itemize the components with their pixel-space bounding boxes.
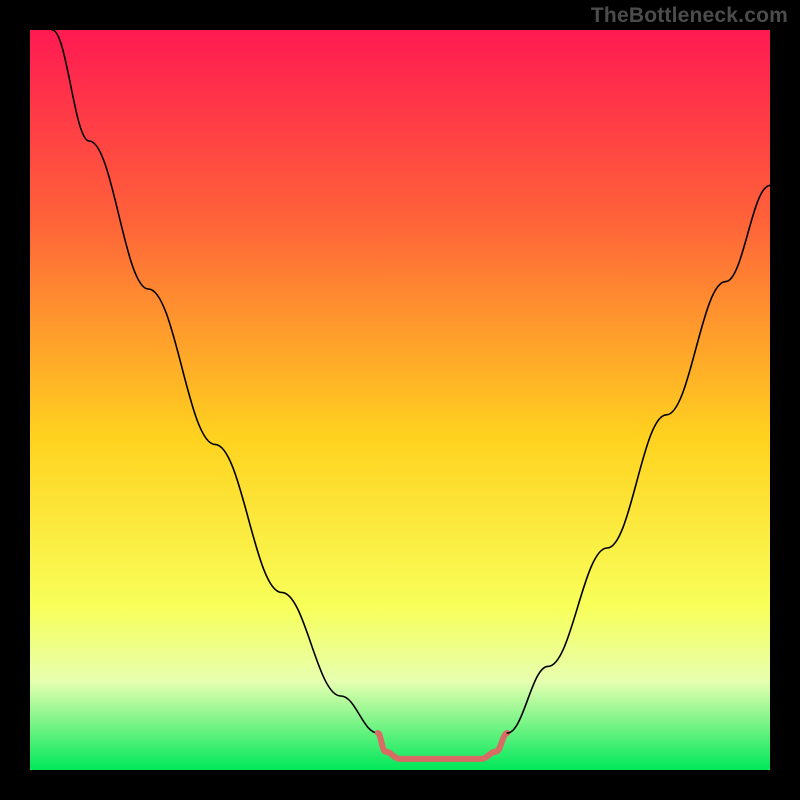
series-bottleneck-left — [52, 30, 378, 733]
chart-frame: TheBottleneck.com — [0, 0, 800, 800]
curve-layer — [30, 30, 770, 770]
series-bottleneck-right — [507, 185, 770, 733]
watermark-text: TheBottleneck.com — [591, 4, 788, 28]
plot-area — [30, 30, 770, 770]
series-ideal-flat — [378, 733, 508, 759]
